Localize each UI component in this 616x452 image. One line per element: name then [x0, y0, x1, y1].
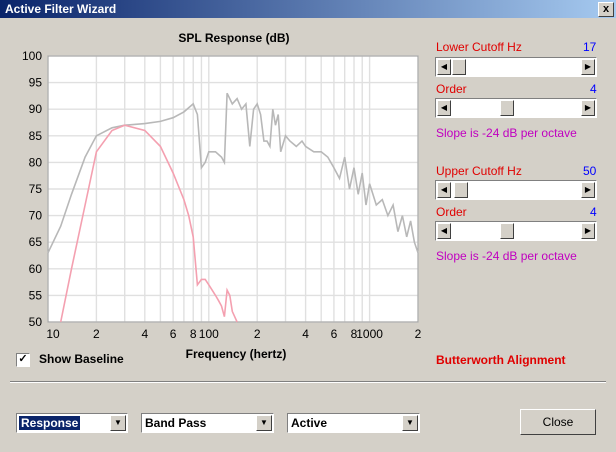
- slider-right-arrow-icon[interactable]: ▶: [581, 223, 595, 239]
- spl-chart: 1009590858075706560555010 2 4 6 8 100 2 4 6 81000…: [22, 31, 422, 361]
- slider-right-arrow-icon[interactable]: ▶: [581, 182, 595, 198]
- y-tick-label: 55: [29, 288, 43, 302]
- view-combo-value: Response: [19, 416, 81, 430]
- close-icon[interactable]: x: [598, 2, 614, 17]
- view-combo[interactable]: Response ▼: [16, 413, 128, 433]
- lower-order-label: Order: [436, 82, 467, 96]
- show-baseline-label: Show Baseline: [39, 352, 124, 366]
- title-bar: Active Filter Wizard x: [0, 0, 616, 18]
- chart-title: SPL Response (dB): [178, 31, 289, 45]
- slider-left-arrow-icon[interactable]: ◀: [437, 59, 451, 75]
- x-axis-label: Frequency (hertz): [186, 347, 287, 361]
- slider-thumb[interactable]: [499, 223, 514, 239]
- alignment-text: Butterworth Alignment: [436, 353, 566, 367]
- type-combo-value: Active: [291, 416, 328, 430]
- y-tick-label: 90: [29, 102, 43, 116]
- upper-cutoff-value: 50: [583, 164, 597, 178]
- x-tick-label: 2: [93, 327, 100, 341]
- lower-cutoff-value: 17: [583, 40, 597, 54]
- y-tick-label: 85: [29, 129, 43, 143]
- lower-cutoff-label: Lower Cutoff Hz: [436, 40, 522, 54]
- window-title: Active Filter Wizard: [5, 2, 117, 16]
- type-combo[interactable]: Active ▼: [287, 413, 420, 433]
- x-tick-label: 10: [46, 327, 60, 341]
- y-tick-label: 65: [29, 235, 43, 249]
- lower-order-value: 4: [590, 82, 597, 96]
- lower-slope-text: Slope is -24 dB per octave: [436, 126, 577, 140]
- x-tick-label: 6: [331, 327, 338, 341]
- x-tick-label: 100: [199, 327, 219, 341]
- slider-left-arrow-icon[interactable]: ◀: [437, 100, 451, 116]
- filter-combo[interactable]: Band Pass ▼: [141, 413, 274, 433]
- x-tick-label: 4: [141, 327, 148, 341]
- show-baseline-checkbox[interactable]: ✓: [16, 353, 30, 367]
- separator: [10, 381, 606, 383]
- slider-right-arrow-icon[interactable]: ▶: [581, 100, 595, 116]
- upper-cutoff-label: Upper Cutoff Hz: [436, 164, 522, 178]
- y-tick-label: 80: [29, 155, 43, 169]
- upper-cutoff-slider[interactable]: ◀ ▶: [435, 180, 597, 200]
- filter-combo-value: Band Pass: [145, 416, 207, 430]
- upper-slope-text: Slope is -24 dB per octave: [436, 249, 577, 263]
- x-tick-label: 4: [302, 327, 309, 341]
- y-tick-label: 75: [29, 182, 43, 196]
- y-tick-label: 100: [22, 49, 42, 63]
- upper-order-slider[interactable]: ◀ ▶: [435, 221, 597, 241]
- x-tick-label: 2: [254, 327, 261, 341]
- lower-cutoff-slider[interactable]: ◀ ▶: [435, 57, 597, 77]
- slider-thumb[interactable]: [499, 100, 514, 116]
- x-tick-label: 6: [170, 327, 177, 341]
- slider-thumb[interactable]: [452, 59, 466, 75]
- y-tick-label: 95: [29, 76, 43, 90]
- chevron-down-icon[interactable]: ▼: [256, 415, 272, 431]
- lower-order-slider[interactable]: ◀ ▶: [435, 98, 597, 118]
- x-tick-label: 1000: [356, 327, 383, 341]
- x-tick-label: 8: [190, 327, 197, 341]
- slider-left-arrow-icon[interactable]: ◀: [437, 223, 451, 239]
- slider-right-arrow-icon[interactable]: ▶: [581, 59, 595, 75]
- chevron-down-icon[interactable]: ▼: [110, 415, 126, 431]
- y-tick-label: 70: [29, 209, 43, 223]
- x-tick-label: 2: [415, 327, 422, 341]
- slider-thumb[interactable]: [454, 182, 469, 198]
- slider-left-arrow-icon[interactable]: ◀: [437, 182, 451, 198]
- upper-order-value: 4: [590, 205, 597, 219]
- y-tick-label: 50: [29, 315, 43, 329]
- chevron-down-icon[interactable]: ▼: [402, 415, 418, 431]
- y-tick-label: 60: [29, 262, 43, 276]
- close-button[interactable]: Close: [520, 409, 596, 435]
- upper-order-label: Order: [436, 205, 467, 219]
